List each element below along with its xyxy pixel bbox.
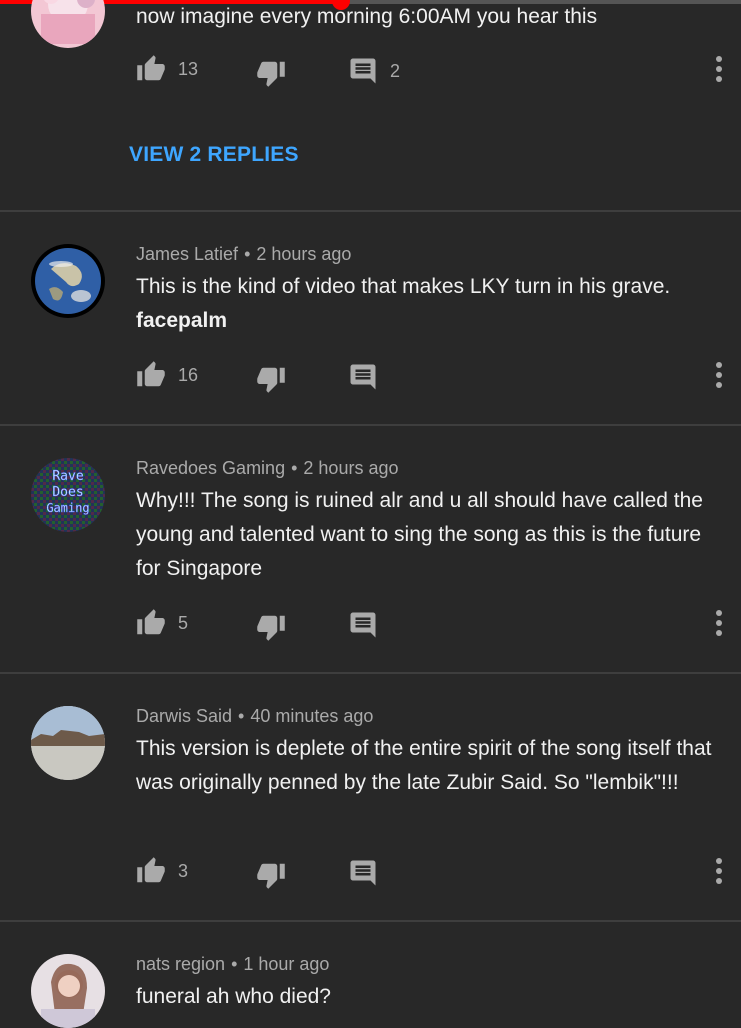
like-count: 5	[178, 612, 189, 633]
comment-actions: 5	[136, 608, 726, 648]
avatar[interactable]	[31, 706, 105, 780]
comment-item: Darwis Said • 40 minutes ago This version …	[0, 674, 741, 922]
comment-time: 1 hour ago	[243, 954, 330, 974]
thumb-down-icon	[257, 61, 285, 87]
comment-item: now imagine every morning 6:00AM you hea…	[0, 0, 741, 212]
avatar[interactable]	[31, 244, 105, 318]
comment-item: Rave Does Gaming Ravedoes Gaming • 2 hours…	[0, 426, 741, 674]
comment-item: nats region • 1 hour ago funeral ah who di…	[0, 922, 741, 1028]
comment-author[interactable]: nats region	[136, 954, 225, 974]
thumb-down-icon	[257, 863, 285, 889]
more-options-button[interactable]	[712, 360, 726, 395]
comment-text: This is the kind of video that makes LKY…	[136, 270, 726, 338]
thumb-up-icon	[137, 857, 165, 883]
comment-bold-text: facepalm	[136, 309, 228, 332]
like-button[interactable]: 16	[136, 360, 198, 390]
more-vert-icon	[716, 56, 722, 82]
avatar[interactable]	[31, 0, 105, 48]
comment-icon	[350, 364, 376, 390]
more-vert-icon	[716, 610, 722, 636]
comment-time: 40 minutes ago	[250, 706, 374, 726]
comment-text: Why!!! The song is ruined alr and u all …	[136, 489, 703, 580]
comment-author[interactable]: Ravedoes Gaming	[136, 458, 285, 478]
more-options-button[interactable]	[712, 608, 726, 643]
avatar-text: Rave	[52, 469, 83, 484]
comment-icon	[350, 860, 376, 886]
like-button[interactable]: 13	[136, 54, 198, 84]
thumb-up-icon	[137, 55, 165, 81]
comment-item: James Latief • 2 hours ago This is the kin…	[0, 212, 741, 426]
avatar[interactable]: Rave Does Gaming	[31, 458, 105, 532]
like-count: 16	[178, 364, 199, 385]
comment-meta: Darwis Said • 40 minutes ago	[136, 706, 373, 727]
reply-button[interactable]	[348, 362, 378, 392]
comment-actions: 3	[136, 856, 726, 896]
dislike-button[interactable]	[256, 612, 286, 642]
like-button[interactable]: 3	[136, 856, 188, 886]
comment-author[interactable]: Darwis Said	[136, 706, 232, 726]
dislike-button[interactable]	[256, 364, 286, 394]
reply-count: 2	[390, 60, 401, 81]
reply-button[interactable]	[348, 610, 378, 640]
comment-text: funeral ah who died?	[136, 985, 331, 1008]
comment-actions: 13 2	[136, 54, 726, 94]
thumb-down-icon	[257, 367, 285, 393]
more-vert-icon	[716, 362, 722, 388]
more-options-button[interactable]	[712, 54, 726, 89]
meta-separator: •	[291, 458, 298, 478]
meta-separator: •	[231, 954, 238, 974]
comment-time: 2 hours ago	[303, 458, 399, 478]
view-replies-link[interactable]: VIEW 2 REPLIES	[129, 143, 299, 167]
more-options-button[interactable]	[712, 856, 726, 891]
avatar-text: Does	[52, 485, 83, 500]
thumb-up-icon	[137, 361, 165, 387]
comment-meta: nats region • 1 hour ago	[136, 954, 329, 975]
comment-time: 2 hours ago	[256, 244, 352, 264]
meta-separator: •	[238, 706, 245, 726]
like-count: 3	[178, 860, 189, 881]
comment-meta: Ravedoes Gaming • 2 hours ago	[136, 458, 398, 479]
comment-meta: James Latief • 2 hours ago	[136, 244, 351, 265]
comment-text: This version is deplete of the entire sp…	[136, 737, 712, 794]
comment-icon	[350, 612, 376, 638]
comment-author[interactable]: James Latief	[136, 244, 238, 264]
like-count: 13	[178, 58, 199, 79]
meta-separator: •	[244, 244, 251, 264]
dislike-button[interactable]	[256, 58, 286, 88]
more-vert-icon	[716, 858, 722, 884]
dislike-button[interactable]	[256, 860, 286, 890]
comment-text: now imagine every morning 6:00AM you hea…	[136, 5, 598, 28]
reply-button[interactable]: 2	[348, 56, 400, 86]
comment-text-line: This is the kind of video that makes LKY…	[136, 275, 671, 298]
like-button[interactable]: 5	[136, 608, 188, 638]
avatar-text: Gaming	[46, 501, 89, 515]
reply-button[interactable]	[348, 858, 378, 888]
thumb-up-icon	[137, 609, 165, 635]
thumb-down-icon	[257, 615, 285, 641]
avatar[interactable]	[31, 954, 105, 1028]
comment-icon	[350, 58, 376, 84]
comment-actions: 16	[136, 360, 726, 400]
